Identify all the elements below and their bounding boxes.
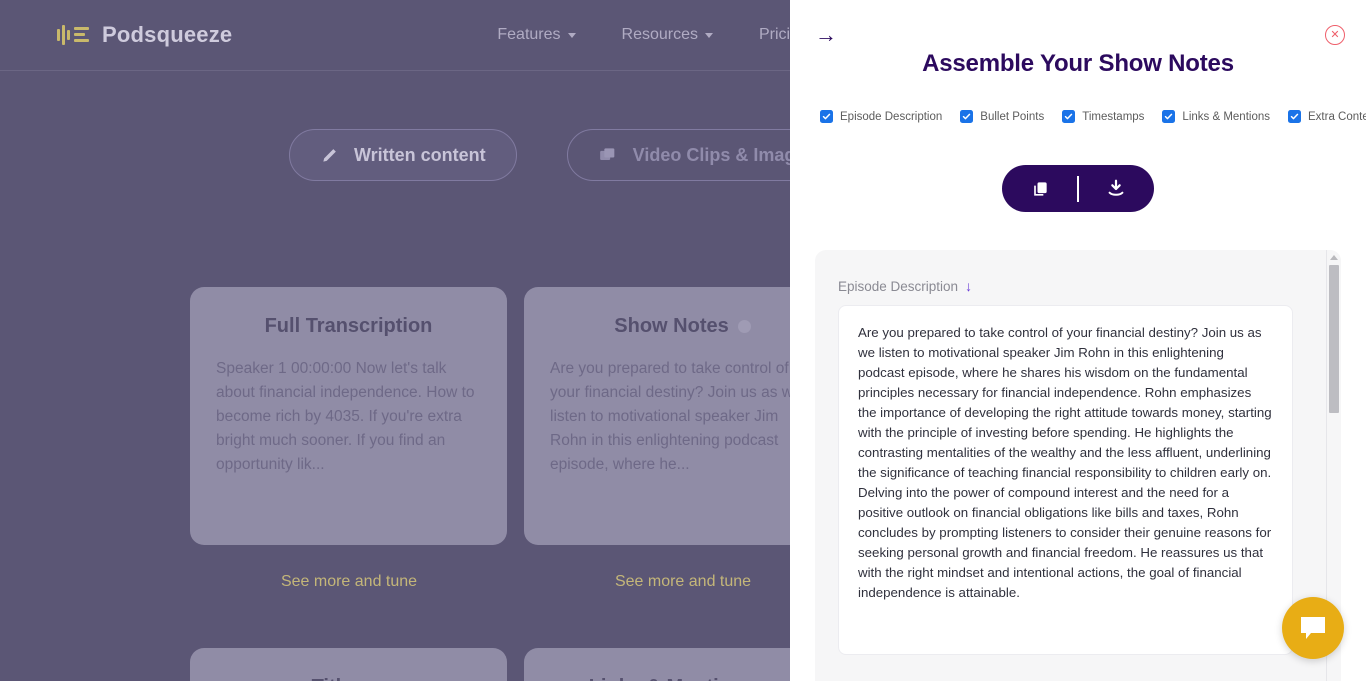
nav-links: Features Resources Pricing bbox=[497, 26, 808, 44]
section-header: Episode Description ↓ bbox=[838, 278, 972, 294]
card-title: Show Notes bbox=[550, 315, 815, 338]
episode-description-textbox[interactable]: Are you prepared to take control of your… bbox=[838, 305, 1293, 655]
card-body: Are you prepared to take control of your… bbox=[550, 360, 802, 473]
section-toggles: Episode Description Bullet Points Timest… bbox=[820, 110, 1366, 123]
chat-widget-button[interactable] bbox=[1282, 597, 1344, 659]
checkbox-label: Timestamps bbox=[1082, 110, 1145, 123]
scrollbar-thumb[interactable] bbox=[1329, 265, 1339, 413]
section-label-text: Episode Description bbox=[838, 278, 959, 294]
card-title-text: Links & Mentions bbox=[589, 676, 755, 681]
arrow-down-icon[interactable]: ↓ bbox=[965, 278, 972, 294]
checkbox-checked-icon bbox=[1162, 110, 1176, 123]
pencil-icon bbox=[323, 149, 336, 162]
checkbox-label: Extra Content bbox=[1308, 110, 1366, 123]
checkbox-checked-icon bbox=[1062, 110, 1076, 123]
checkbox-label: Episode Description bbox=[840, 110, 943, 123]
card-body: Speaker 1 00:00:00 Now let's talk about … bbox=[216, 360, 475, 473]
copy-download-button-group bbox=[1002, 165, 1154, 212]
arrow-right-icon[interactable]: → bbox=[812, 22, 840, 48]
nav-label: Features bbox=[497, 26, 561, 43]
card-title: Links & Mentions bbox=[550, 676, 815, 681]
content-type-tabs: Written content Video Clips & Images bbox=[289, 129, 847, 181]
nav-label: Resources bbox=[621, 26, 698, 43]
show-notes-modal: → ✕ Assemble Your Show Notes Episode Des… bbox=[790, 0, 1366, 681]
chevron-down-icon bbox=[567, 32, 576, 38]
logo-text: Podsqueeze bbox=[102, 22, 233, 47]
card-title-text: Show Notes bbox=[614, 315, 729, 337]
checkbox-checked-icon bbox=[960, 110, 974, 123]
checkbox-episode-description[interactable]: Episode Description bbox=[820, 110, 942, 123]
checkbox-label: Bullet Points bbox=[980, 110, 1045, 123]
close-circle-icon[interactable]: ✕ bbox=[1325, 25, 1345, 45]
checkbox-checked-icon bbox=[1288, 110, 1301, 123]
checkbox-links-mentions[interactable]: Links & Mentions bbox=[1162, 110, 1270, 123]
chat-bubble-icon bbox=[1301, 617, 1325, 639]
card-title: Full Transcription bbox=[216, 315, 481, 338]
modal-title: Assemble Your Show Notes bbox=[922, 50, 1234, 77]
podsqueeze-waveform-icon bbox=[57, 22, 91, 48]
see-more-link-transcription[interactable]: See more and tune bbox=[189, 573, 509, 591]
video-images-icon bbox=[599, 148, 615, 160]
checkbox-timestamps[interactable]: Timestamps bbox=[1062, 110, 1144, 123]
episode-description-panel: Episode Description ↓ Are you prepared t… bbox=[815, 250, 1341, 681]
tab-label: Video Clips & Images bbox=[632, 144, 816, 165]
copy-icon bbox=[1033, 181, 1047, 196]
download-button[interactable] bbox=[1079, 178, 1154, 200]
checkbox-checked-icon bbox=[820, 110, 833, 123]
card-title: Titles bbox=[216, 676, 481, 681]
download-icon bbox=[1108, 179, 1124, 196]
card-title-text: Titles bbox=[312, 676, 364, 681]
tab-label: Written content bbox=[354, 144, 486, 165]
checkbox-extra-content[interactable]: Extra Content bbox=[1288, 110, 1366, 123]
checkbox-bullet-points[interactable]: Bullet Points bbox=[960, 110, 1044, 123]
episode-description-text: Are you prepared to take control of your… bbox=[858, 325, 1272, 600]
scroll-up-arrow-icon[interactable] bbox=[1330, 255, 1338, 260]
card-titles[interactable]: Titles bbox=[190, 648, 507, 681]
info-badge-icon bbox=[737, 320, 751, 333]
nav-item-resources[interactable]: Resources bbox=[622, 26, 713, 44]
tab-written-content[interactable]: Written content bbox=[289, 129, 517, 181]
chevron-down-icon bbox=[705, 32, 713, 38]
card-title-text: Full Transcription bbox=[264, 315, 433, 337]
nav-item-features[interactable]: Features bbox=[497, 26, 576, 44]
card-full-transcription[interactable]: Full Transcription Speaker 1 00:00:00 No… bbox=[190, 287, 507, 545]
copy-button[interactable] bbox=[1002, 179, 1077, 199]
logo[interactable]: Podsqueeze bbox=[57, 22, 232, 48]
checkbox-label: Links & Mentions bbox=[1182, 110, 1270, 123]
